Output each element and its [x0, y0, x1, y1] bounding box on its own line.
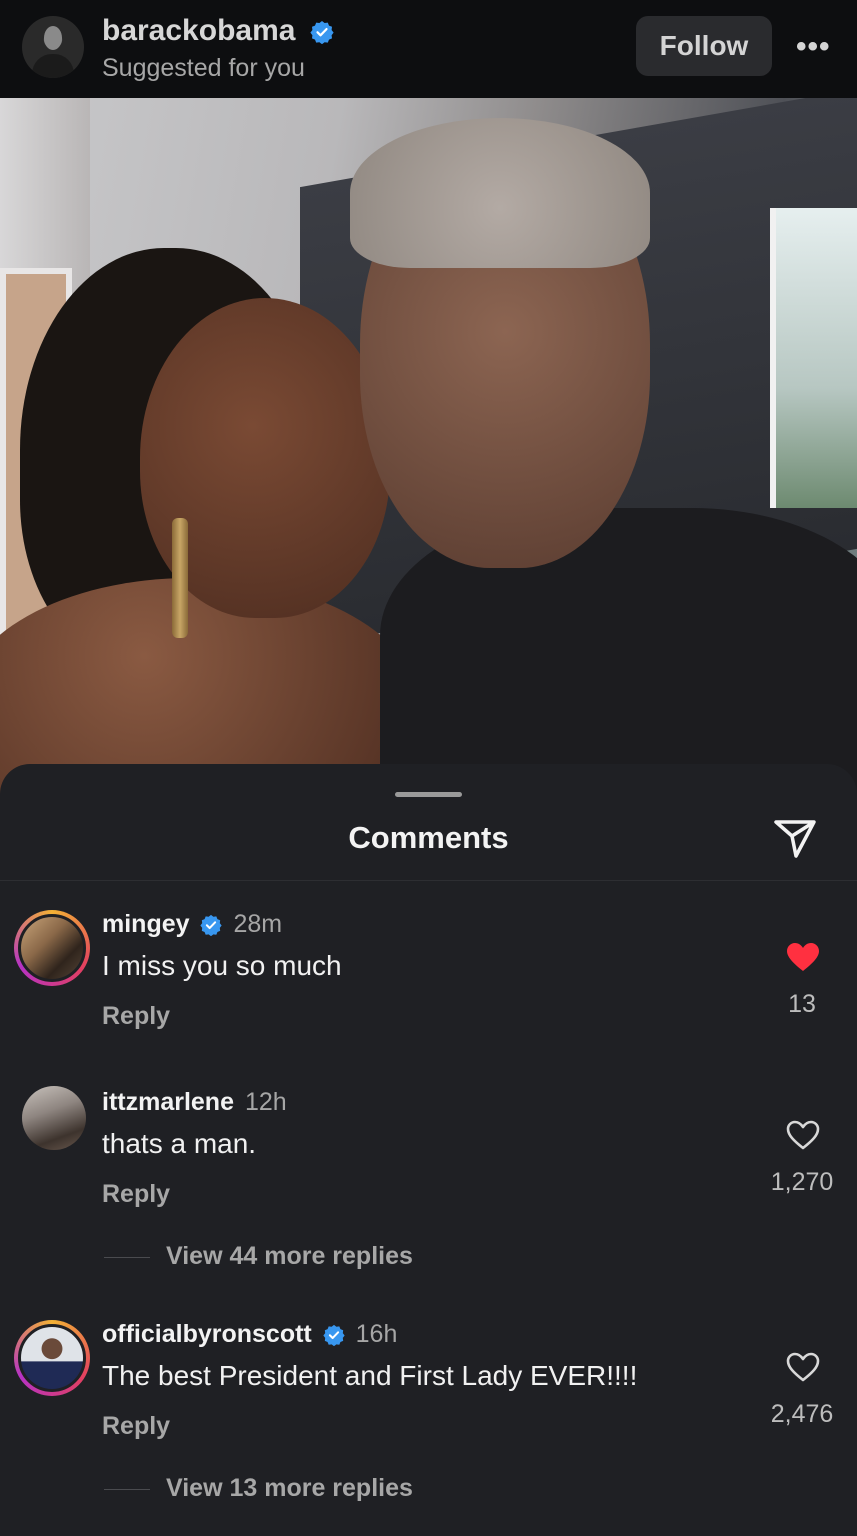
comment-header: mingey 28m [102, 910, 282, 939]
comment-avatar[interactable] [14, 1320, 90, 1396]
comment-timestamp: 16h [355, 1320, 398, 1348]
reply-button[interactable]: Reply [102, 1180, 170, 1209]
suggested-label: Suggested for you [102, 54, 305, 82]
comment-header: ittzmarlene 12h [102, 1088, 287, 1117]
send-icon[interactable] [772, 816, 818, 862]
post-photo[interactable] [0, 98, 857, 798]
heart-filled-icon[interactable] [786, 942, 820, 972]
sheet-divider [0, 880, 857, 881]
heart-outline-icon[interactable] [786, 1120, 820, 1150]
like-count: 1,270 [770, 1168, 834, 1196]
view-replies-label: View 44 more replies [166, 1242, 413, 1270]
verified-badge-icon [200, 915, 223, 937]
sheet-grabber-handle[interactable] [395, 792, 462, 797]
comment-timestamp: 28m [233, 910, 283, 938]
comments-title: Comments [348, 820, 509, 855]
profile-avatar[interactable] [22, 16, 84, 78]
comment-text: The best President and First Lady EVER!!… [102, 1360, 638, 1391]
like-count: 2,476 [770, 1400, 834, 1428]
verified-badge-icon [323, 1325, 345, 1347]
comment-username[interactable]: officialbyronscott [102, 1320, 312, 1348]
post-header: barackobama Suggested for you Follow ••• [0, 0, 857, 98]
comment-username[interactable]: mingey [102, 910, 190, 938]
comment-username[interactable]: ittzmarlene [102, 1088, 234, 1116]
comment-avatar[interactable] [22, 1086, 86, 1150]
comments-sheet: Comments mingey 28m I miss you so much R… [0, 764, 857, 1536]
reply-button[interactable]: Reply [102, 1412, 170, 1441]
more-horizontal-icon[interactable]: ••• [796, 30, 831, 64]
follow-button[interactable]: Follow [636, 16, 772, 76]
comment-text: thats a man. [102, 1128, 257, 1159]
comment-avatar[interactable] [14, 910, 90, 986]
heart-outline-icon[interactable] [786, 1352, 820, 1382]
verified-badge-icon [310, 21, 334, 44]
comment-header: officialbyronscott 16h [102, 1320, 397, 1349]
like-count: 13 [788, 990, 816, 1018]
view-replies-label: View 13 more replies [166, 1474, 413, 1502]
comment-text: I miss you so much [102, 950, 342, 981]
reply-button[interactable]: Reply [102, 1002, 170, 1031]
comment-timestamp: 12h [244, 1088, 287, 1116]
post-username[interactable]: barackobama [102, 14, 295, 48]
